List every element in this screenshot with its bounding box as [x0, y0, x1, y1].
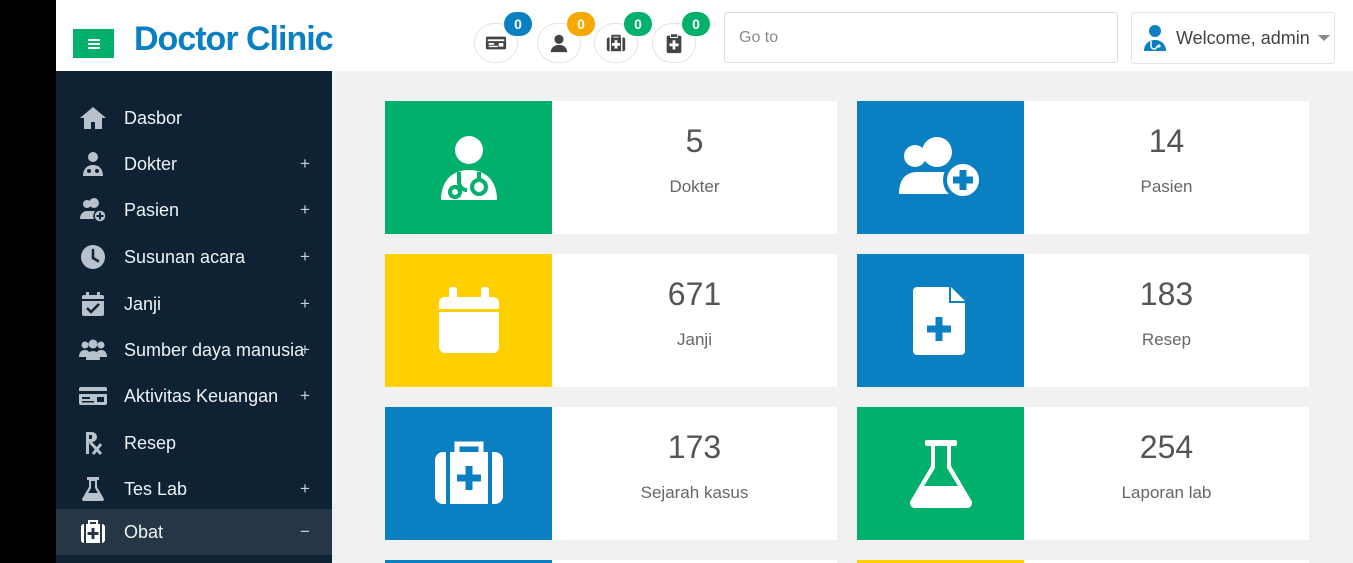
sidebar-item-label: Dokter: [124, 153, 178, 174]
sidebar-item-label: Pasien: [124, 199, 180, 220]
stat-label: Dokter: [669, 177, 720, 196]
home-icon: [78, 105, 108, 131]
prescription-icon: [78, 430, 108, 456]
stat-label: Pasien: [1140, 177, 1193, 196]
sidebar: Dasbor Dokter + Pasien + Susunan acara +…: [56, 71, 332, 563]
expand-icon: +: [300, 294, 310, 313]
sidebar-item-label: Aktivitas Keuangan: [124, 385, 279, 406]
sidebar-toggle-button[interactable]: [73, 29, 114, 58]
notification-clipboard[interactable]: 0: [652, 12, 710, 63]
calendar-icon: [385, 254, 552, 387]
chevron-down-icon: [1317, 35, 1330, 41]
notification-billing[interactable]: 0: [474, 12, 532, 63]
stat-card-laporan-lab[interactable]: 254 Laporan lab: [857, 407, 1309, 540]
sidebar-item-pasien[interactable]: Pasien +: [56, 187, 332, 233]
sidebar-item-tes-lab[interactable]: Tes Lab +: [56, 466, 332, 512]
sidebar-item-label: Resep: [124, 432, 177, 453]
stat-value: 14: [1148, 123, 1185, 159]
stat-label: Sejarah kasus: [640, 483, 749, 502]
money-bill-icon: [485, 36, 507, 50]
notification-users[interactable]: 0: [537, 12, 595, 63]
users-icon: [78, 337, 108, 363]
sidebar-item-resep[interactable]: Resep: [56, 420, 332, 466]
notification-badge: 0: [567, 12, 595, 36]
stat-card-janji[interactable]: 671 Janji: [385, 254, 837, 387]
stat-value: 173: [667, 429, 722, 465]
brand-area: Doctor Clinic: [56, 0, 334, 71]
user-plus-icon: [78, 197, 108, 223]
stat-value: 5: [685, 123, 704, 159]
expand-icon: +: [300, 479, 310, 498]
stat-card-pasien[interactable]: 14 Pasien: [857, 101, 1309, 234]
notification-medkit[interactable]: 0: [594, 12, 652, 63]
expand-icon: +: [300, 247, 310, 266]
sidebar-item-susunan-acara[interactable]: Susunan acara +: [56, 234, 332, 280]
goto-search-input[interactable]: [724, 12, 1118, 63]
stat-label: Janji: [677, 330, 712, 349]
user-menu-dropdown[interactable]: Welcome, admin: [1131, 12, 1335, 64]
stat-value: 254: [1139, 429, 1194, 465]
notification-badge: 0: [682, 12, 710, 36]
sidebar-item-sumber-daya-manusia[interactable]: Sumber daya manusia +: [56, 327, 332, 373]
file-medical-icon: [857, 254, 1024, 387]
sidebar-item-label: Susunan acara: [124, 246, 246, 267]
brand-title[interactable]: Doctor Clinic: [134, 20, 334, 59]
expand-icon: +: [300, 154, 310, 173]
notification-badge: 0: [624, 12, 652, 36]
menu-icon: [87, 38, 100, 49]
medkit-icon: [606, 34, 626, 52]
stat-value: 671: [667, 276, 722, 312]
notification-badge: 0: [504, 12, 532, 36]
stat-card-dokter[interactable]: 5 Dokter: [385, 101, 837, 234]
flask-icon: [857, 407, 1024, 540]
sidebar-item-dokter[interactable]: Dokter +: [56, 141, 332, 187]
sidebar-item-janji[interactable]: Janji +: [56, 281, 332, 327]
expand-icon: +: [300, 200, 310, 219]
sidebar-item-label: Dasbor: [124, 107, 183, 128]
medkit-icon: [78, 519, 108, 545]
sidebar-item-obat[interactable]: Obat −: [56, 509, 332, 555]
expand-icon: +: [300, 340, 310, 359]
user-doctor-icon: [385, 101, 552, 234]
user-doctor-icon: [78, 151, 108, 177]
top-header: Doctor Clinic 0 0 0 0 Go to Welcome, adm…: [56, 0, 1353, 71]
medkit-icon: [385, 407, 552, 540]
sidebar-item-label: Sumber daya manusia: [124, 339, 305, 360]
stat-card-resep[interactable]: 183 Resep: [857, 254, 1309, 387]
stat-card-sejarah-kasus[interactable]: 173 Sejarah kasus: [385, 407, 837, 540]
stat-label: Resep: [1141, 330, 1192, 349]
user-doctor-icon: [1144, 25, 1166, 51]
clipboard-plus-icon: [666, 33, 682, 54]
clock-icon: [78, 244, 108, 270]
stat-label: Laporan lab: [1121, 483, 1212, 502]
app-root: Doctor Clinic 0 0 0 0 Go to Welcome, adm…: [56, 0, 1353, 563]
sidebar-item-label: Janji: [124, 293, 162, 314]
money-bill-icon: [78, 383, 108, 409]
sidebar-item-label: Tes Lab: [124, 478, 188, 499]
collapse-icon: −: [300, 522, 310, 541]
user-plus-icon: [857, 101, 1024, 234]
sidebar-item-aktivitas-keuangan[interactable]: Aktivitas Keuangan +: [56, 373, 332, 419]
flask-icon: [78, 476, 108, 502]
stat-value: 183: [1139, 276, 1194, 312]
welcome-text: Welcome, admin: [1176, 27, 1310, 48]
user-icon: [550, 34, 568, 53]
calendar-check-icon: [78, 291, 108, 317]
sidebar-item-dasbor[interactable]: Dasbor: [56, 95, 332, 141]
sidebar-item-label: Obat: [124, 521, 164, 542]
expand-icon: +: [300, 386, 310, 405]
